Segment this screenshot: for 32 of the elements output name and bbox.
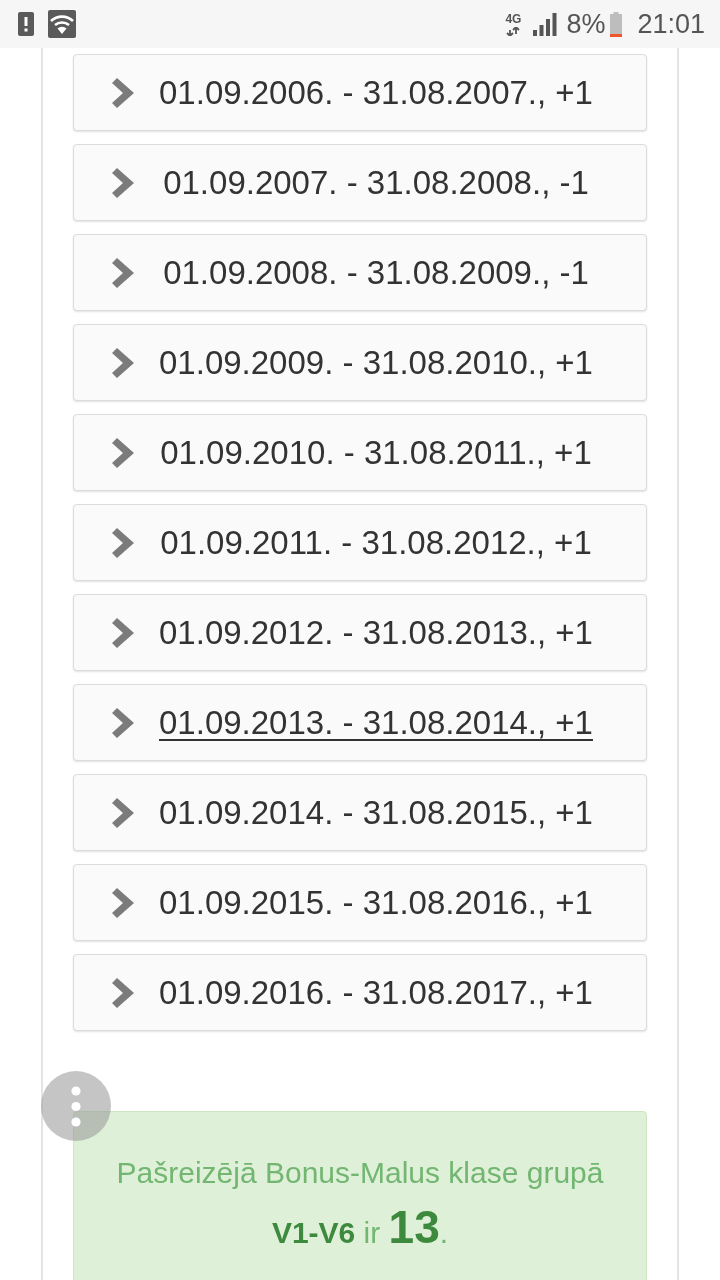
chevron-right-icon [112, 347, 134, 378]
result-text: Pašreizējā Bonus-Malus klase grupā V1-V6 ir 13. [115, 1155, 605, 1255]
period-accordion-header[interactable]: 01.09.2008. - 31.08.2009., -1 [73, 234, 647, 311]
chevron-right-icon [112, 167, 134, 198]
period-accordion-header[interactable]: 01.09.2009. - 31.08.2010., +1 [73, 324, 647, 401]
battery-percent: 8% [566, 9, 606, 39]
period-accordion-header[interactable]: 01.09.2007. - 31.08.2008., -1 [73, 144, 647, 221]
signal-icon [533, 12, 558, 36]
chevron-right-icon [112, 707, 134, 738]
chevron-right-icon [112, 527, 134, 558]
alert-icon [18, 12, 34, 36]
chevron-right-icon [112, 437, 134, 468]
battery-icon [610, 11, 623, 37]
period-accordion-header[interactable]: 01.09.2010. - 31.08.2011., +1 [73, 414, 647, 491]
chevron-right-icon [112, 887, 134, 918]
data-arrows-icon [506, 26, 521, 36]
chevron-right-icon [112, 977, 134, 1008]
chevron-right-icon [112, 797, 134, 828]
period-accordion-header[interactable]: 01.09.2012. - 31.08.2013., +1 [73, 594, 647, 671]
network-type: 4G [505, 12, 522, 25]
period-accordion-header[interactable]: 01.09.2006. - 31.08.2007., +1 [73, 54, 647, 131]
chevron-right-icon [112, 77, 134, 108]
chevron-right-icon [112, 257, 134, 288]
period-accordion-header[interactable]: 01.09.2011. - 31.08.2012., +1 [73, 504, 647, 581]
chevron-right-icon [112, 617, 134, 648]
period-accordion-header[interactable]: 01.09.2016. - 31.08.2017., +1 [73, 954, 647, 1031]
period-accordion-header[interactable]: 01.09.2013. - 31.08.2014., +1 [73, 684, 647, 761]
clock: 21:01 [637, 9, 705, 39]
vertical-dots-icon [71, 1085, 81, 1127]
period-accordion-header[interactable]: 01.09.2014. - 31.08.2015., +1 [73, 774, 647, 851]
wifi-icon [48, 10, 76, 38]
period-accordion-header[interactable]: 01.09.2015. - 31.08.2016., +1 [73, 864, 647, 941]
